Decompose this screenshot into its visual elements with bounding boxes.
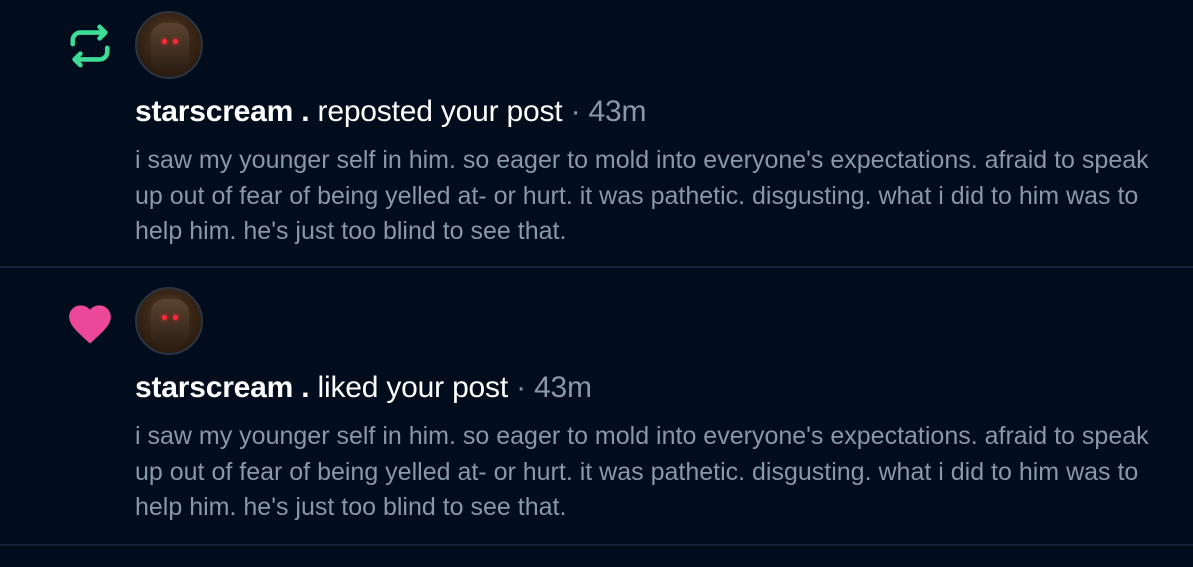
heart-icon [64,296,116,348]
notification-headline: starscream . liked your post · 43m [135,371,592,405]
post-preview-text[interactable]: i saw my younger self in him. so eager t… [135,419,1165,526]
avatar[interactable] [135,11,203,79]
timestamp: 43m [588,95,647,128]
repost-icon [64,20,116,72]
notifications-feed: starscream . reposted your post · 43m i … [0,0,1193,567]
action-text: liked your post [317,371,509,404]
action-text: reposted your post [317,95,563,128]
separator-dot: · [516,371,526,404]
notification-like[interactable]: starscream . liked your post · 43m i saw… [0,268,1193,546]
username-link[interactable]: starscream . [135,95,310,128]
post-preview-text[interactable]: i saw my younger self in him. so eager t… [135,143,1165,250]
avatar[interactable] [135,287,203,355]
username-link[interactable]: starscream . [135,371,310,404]
separator-dot: · [570,95,581,128]
timestamp: 43m [534,371,592,404]
notification-headline: starscream . reposted your post · 43m [135,95,646,129]
notification-repost[interactable]: starscream . reposted your post · 43m i … [0,0,1193,268]
